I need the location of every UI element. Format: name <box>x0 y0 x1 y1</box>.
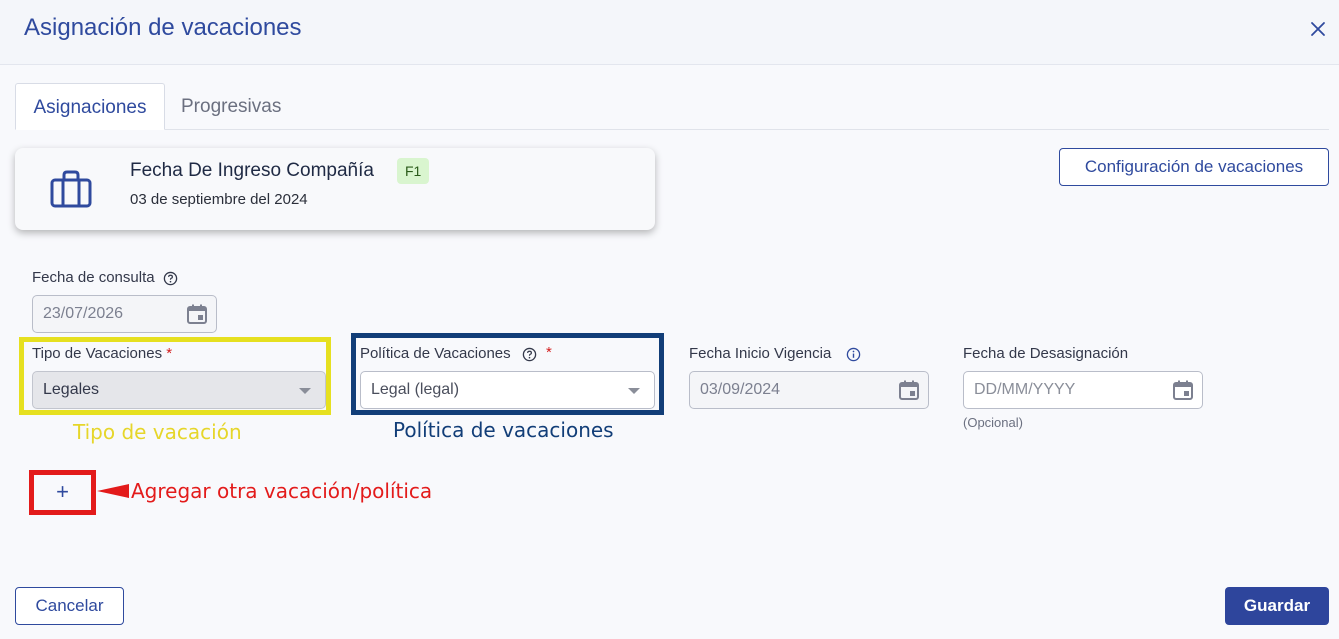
close-icon[interactable] <box>1307 18 1329 40</box>
dialog-header: Asignación de vacaciones <box>0 0 1339 65</box>
caret-down-icon <box>628 388 640 394</box>
fecha-desasignacion-hint: (Opcional) <box>963 415 1023 430</box>
hire-date-card: Fecha De Ingreso Compañía F1 03 de septi… <box>15 148 655 230</box>
fecha-desasignacion-placeholder: DD/MM/YYYY <box>974 381 1076 398</box>
fecha-desasignacion-label: Fecha de Desasignación <box>963 345 1129 362</box>
config-vacations-button[interactable]: Configuración de vacaciones <box>1059 148 1329 186</box>
briefcase-icon <box>50 170 92 208</box>
arrow-icon <box>97 484 129 498</box>
help-icon[interactable] <box>163 271 178 286</box>
fecha-consulta-input[interactable]: 23/07/2026 <box>32 295 217 333</box>
tab-progresivas[interactable]: Progresivas <box>181 83 281 130</box>
dialog-title: Asignación de vacaciones <box>24 14 302 41</box>
required-mark: * <box>166 345 173 362</box>
info-icon[interactable] <box>846 347 861 362</box>
tab-asignaciones[interactable]: Asignaciones <box>15 83 165 130</box>
cancel-button[interactable]: Cancelar <box>15 587 124 625</box>
tipo-vacaciones-select[interactable]: Legales <box>32 371 326 409</box>
tipo-vacaciones-value: Legales <box>43 381 100 398</box>
politica-vacaciones-label: Política de Vacaciones <box>360 345 511 362</box>
hire-date-value: 03 de septiembre del 2024 <box>130 191 308 208</box>
annotation-politica: Política de vacaciones <box>393 418 614 442</box>
politica-vacaciones-value: Legal (legal) <box>371 381 460 398</box>
fecha-consulta-value: 23/07/2026 <box>43 305 124 322</box>
tipo-vacaciones-label: Tipo de Vacaciones * <box>32 345 173 362</box>
required-mark: * <box>546 344 552 361</box>
fecha-inicio-value: 03/09/2024 <box>700 381 781 398</box>
hire-date-title: Fecha De Ingreso Compañía <box>130 160 374 181</box>
fecha-desasignacion-input[interactable]: DD/MM/YYYY <box>963 371 1203 409</box>
hire-date-badge: F1 <box>397 158 430 184</box>
fecha-consulta-label: Fecha de consulta <box>32 269 155 286</box>
calendar-icon[interactable] <box>898 379 920 401</box>
calendar-icon[interactable] <box>1172 379 1194 401</box>
add-vacation-button[interactable]: + <box>34 475 91 510</box>
fecha-inicio-input[interactable]: 03/09/2024 <box>689 371 929 409</box>
calendar-icon[interactable] <box>186 303 208 325</box>
politica-vacaciones-select[interactable]: Legal (legal) <box>360 371 655 409</box>
annotation-agregar: Agregar otra vacación/política <box>131 479 433 503</box>
save-button[interactable]: Guardar <box>1225 587 1329 625</box>
fecha-inicio-label: Fecha Inicio Vigencia <box>689 345 832 362</box>
annotation-tipo: Tipo de vacación <box>73 420 242 444</box>
help-icon[interactable] <box>522 347 537 362</box>
caret-down-icon <box>299 388 311 394</box>
